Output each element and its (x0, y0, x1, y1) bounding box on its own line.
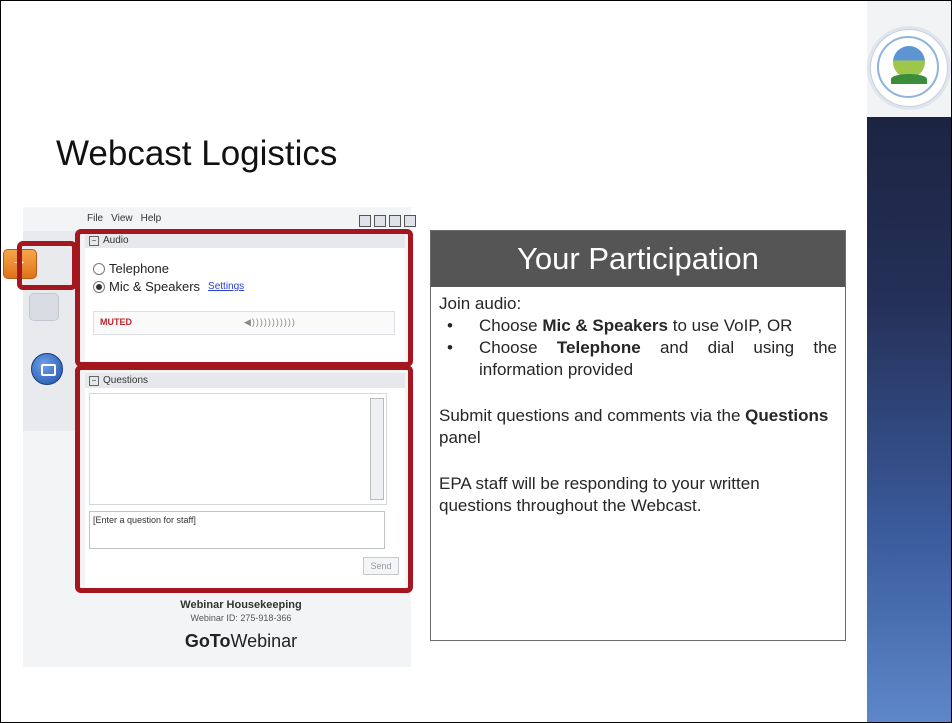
restore-button[interactable] (374, 215, 386, 227)
epa-seal-icon (870, 29, 948, 107)
submit-questions-text: Submit questions and comments via the Qu… (439, 406, 829, 447)
close-button[interactable] (404, 215, 416, 227)
bullet-telephone: Choose Telephone and dial using the info… (439, 337, 837, 381)
slide: Webcast Logistics File View Help − Audio… (0, 0, 952, 723)
questions-highlight (75, 365, 413, 593)
webinar-id: Webinar ID: 275-918-366 (190, 613, 292, 623)
window-controls (359, 215, 416, 227)
minimize-button[interactable] (359, 215, 371, 227)
popout-button[interactable] (389, 215, 401, 227)
bullet-mic-speakers: Choose Mic & Speakers to use VoIP, OR (439, 315, 837, 337)
menu-view[interactable]: View (111, 213, 133, 224)
join-audio-text: Join audio: (439, 294, 522, 313)
gotowebinar-logo: GoToWebinar (184, 631, 298, 651)
participation-box: Your Participation Join audio: Choose Mi… (430, 230, 846, 641)
participation-body: Join audio: Choose Mic & Speakers to use… (431, 287, 845, 523)
menu-help[interactable]: Help (141, 213, 162, 224)
menu-bar: File View Help (87, 213, 161, 224)
menu-file[interactable]: File (87, 213, 103, 224)
side-band (867, 1, 951, 722)
housekeeping-title: Webinar Housekeeping (180, 599, 302, 611)
housekeeping-footer: Webinar Housekeeping Webinar ID: 275-918… (111, 599, 371, 652)
arrow-highlight (17, 241, 77, 290)
slide-title: Webcast Logistics (56, 134, 338, 173)
participation-header: Your Participation (431, 231, 845, 287)
staff-note-text: EPA staff will be responding to your wri… (439, 474, 760, 515)
microphone-icon[interactable] (29, 293, 59, 321)
audio-highlight (75, 229, 413, 367)
questions-icon[interactable] (31, 353, 63, 385)
